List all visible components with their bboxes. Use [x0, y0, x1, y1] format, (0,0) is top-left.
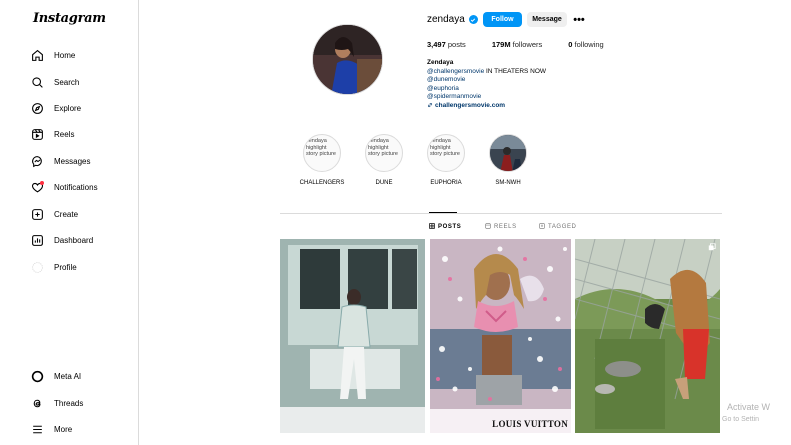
highlight-sm-nwh[interactable]: SM-NWH: [483, 134, 533, 186]
link-icon: [427, 102, 433, 112]
sidebar-item-label: Meta AI: [54, 371, 82, 381]
reels-icon: [485, 223, 491, 231]
mention-link[interactable]: @euphoria: [427, 85, 546, 94]
tag-icon: [539, 223, 545, 231]
highlight-euphoria[interactable]: zendaya highlight story picture EUPHORIA: [421, 134, 471, 186]
notification-dot: [40, 181, 44, 185]
post-tile[interactable]: [575, 239, 720, 433]
sidebar-item-label: More: [54, 424, 73, 434]
brand-caption: LOUIS VUITTON: [492, 419, 568, 429]
followers-stat[interactable]: 179M followers: [492, 40, 542, 49]
sidebar-item-reels[interactable]: Reels: [30, 124, 74, 144]
profile-full-name: Zendaya: [427, 59, 454, 66]
tab-reels[interactable]: REELS: [485, 223, 517, 231]
highlight-cover: zendaya highlight story picture: [365, 134, 403, 172]
profile-bio: Zendaya @challengersmovie IN THEATERS NO…: [427, 59, 546, 112]
activation-watermark-line2: Go to Settin: [722, 416, 759, 423]
sidebar-item-notifications[interactable]: Notifications: [30, 177, 98, 197]
profile-username-row: zendaya: [427, 14, 478, 25]
sidebar-item-label: Dashboard: [54, 235, 94, 245]
sidebar-item-messages[interactable]: Messages: [30, 151, 90, 171]
external-link[interactable]: challengersmovie.com: [427, 102, 546, 112]
post-image: [280, 239, 425, 433]
sidebar-item-profile[interactable]: Profile: [30, 257, 77, 277]
sidebar-item-label: Create: [54, 209, 79, 219]
tab-tagged[interactable]: TAGGED: [539, 223, 577, 231]
sidebar-item-dashboard[interactable]: Dashboard: [30, 230, 93, 250]
sidebar: Instagram Home Search Explore Reels Mess…: [0, 0, 139, 445]
bio-line-1: @challengersmovie IN THEATERS NOW: [427, 67, 547, 75]
search-icon: [30, 75, 44, 89]
home-icon: [30, 48, 44, 62]
message-button[interactable]: Message: [527, 12, 567, 27]
highlight-cover: [489, 134, 527, 172]
highlight-label: EUPHORIA: [430, 180, 462, 186]
sidebar-item-label: Search: [54, 77, 80, 87]
verified-badge-icon: [468, 15, 478, 24]
post-tile[interactable]: LOUIS VUITTON: [430, 239, 571, 433]
more-options-icon[interactable]: •••: [572, 12, 586, 27]
menu-icon: [30, 422, 44, 436]
post-image: [430, 239, 571, 433]
follow-button[interactable]: Follow: [483, 12, 522, 27]
plus-square-icon: [30, 207, 44, 221]
threads-icon: [30, 396, 44, 410]
sidebar-item-home[interactable]: Home: [30, 45, 75, 65]
sidebar-item-label: Threads: [54, 398, 84, 408]
highlight-label: DUNE: [375, 180, 393, 186]
sidebar-item-label: Profile: [54, 262, 77, 272]
sidebar-item-label: Home: [54, 50, 76, 60]
heart-icon: [30, 180, 44, 194]
mention-link[interactable]: @spidermanmovie: [427, 93, 546, 102]
sidebar-item-label: Notifications: [54, 182, 98, 192]
grid-icon: [429, 223, 435, 231]
instagram-logo[interactable]: Instagram: [33, 11, 106, 26]
highlight-challengers[interactable]: zendaya highlight story picture CHALLENG…: [297, 134, 347, 186]
messenger-icon: [30, 154, 44, 168]
active-tab-indicator: [429, 212, 457, 213]
mention-link[interactable]: @dunemovie: [427, 76, 546, 85]
tab-posts[interactable]: POSTS: [429, 223, 461, 231]
profile-photo: [313, 25, 382, 94]
following-stat[interactable]: 0 following: [568, 40, 603, 49]
multi-photo-icon: [708, 243, 716, 253]
posts-stat: 3,497 posts: [427, 40, 466, 49]
mention-link[interactable]: @challengersmovie: [427, 68, 484, 75]
profile-username: zendaya: [427, 14, 465, 25]
compass-icon: [30, 101, 44, 115]
profile-avatar[interactable]: [312, 24, 383, 95]
tabs-divider: [280, 213, 722, 214]
activation-watermark-line1: Activate W: [727, 402, 771, 412]
sidebar-item-label: Explore: [54, 103, 82, 113]
highlight-dune[interactable]: zendaya highlight story picture DUNE: [359, 134, 409, 186]
post-image: [575, 239, 720, 433]
avatar-icon: [30, 260, 44, 274]
dashboard-icon: [30, 233, 44, 247]
sidebar-item-explore[interactable]: Explore: [30, 98, 81, 118]
sidebar-item-threads[interactable]: Threads: [30, 393, 83, 413]
highlight-label: CHALLENGERS: [299, 180, 345, 186]
post-tile[interactable]: [280, 239, 425, 433]
sidebar-item-meta-ai[interactable]: Meta AI: [30, 366, 81, 386]
sidebar-item-label: Reels: [54, 129, 75, 139]
highlight-cover: zendaya highlight story picture: [303, 134, 341, 172]
profile-stats: 3,497 posts 179M followers 0 following: [427, 40, 604, 49]
meta-ai-icon: [30, 369, 44, 383]
highlight-label: SM-NWH: [495, 180, 521, 186]
highlight-cover: zendaya highlight story picture: [427, 134, 465, 172]
sidebar-item-more[interactable]: More: [30, 419, 72, 439]
sidebar-item-label: Messages: [54, 156, 91, 166]
sidebar-item-create[interactable]: Create: [30, 204, 78, 224]
sidebar-item-search[interactable]: Search: [30, 72, 79, 92]
reels-icon: [30, 127, 44, 141]
